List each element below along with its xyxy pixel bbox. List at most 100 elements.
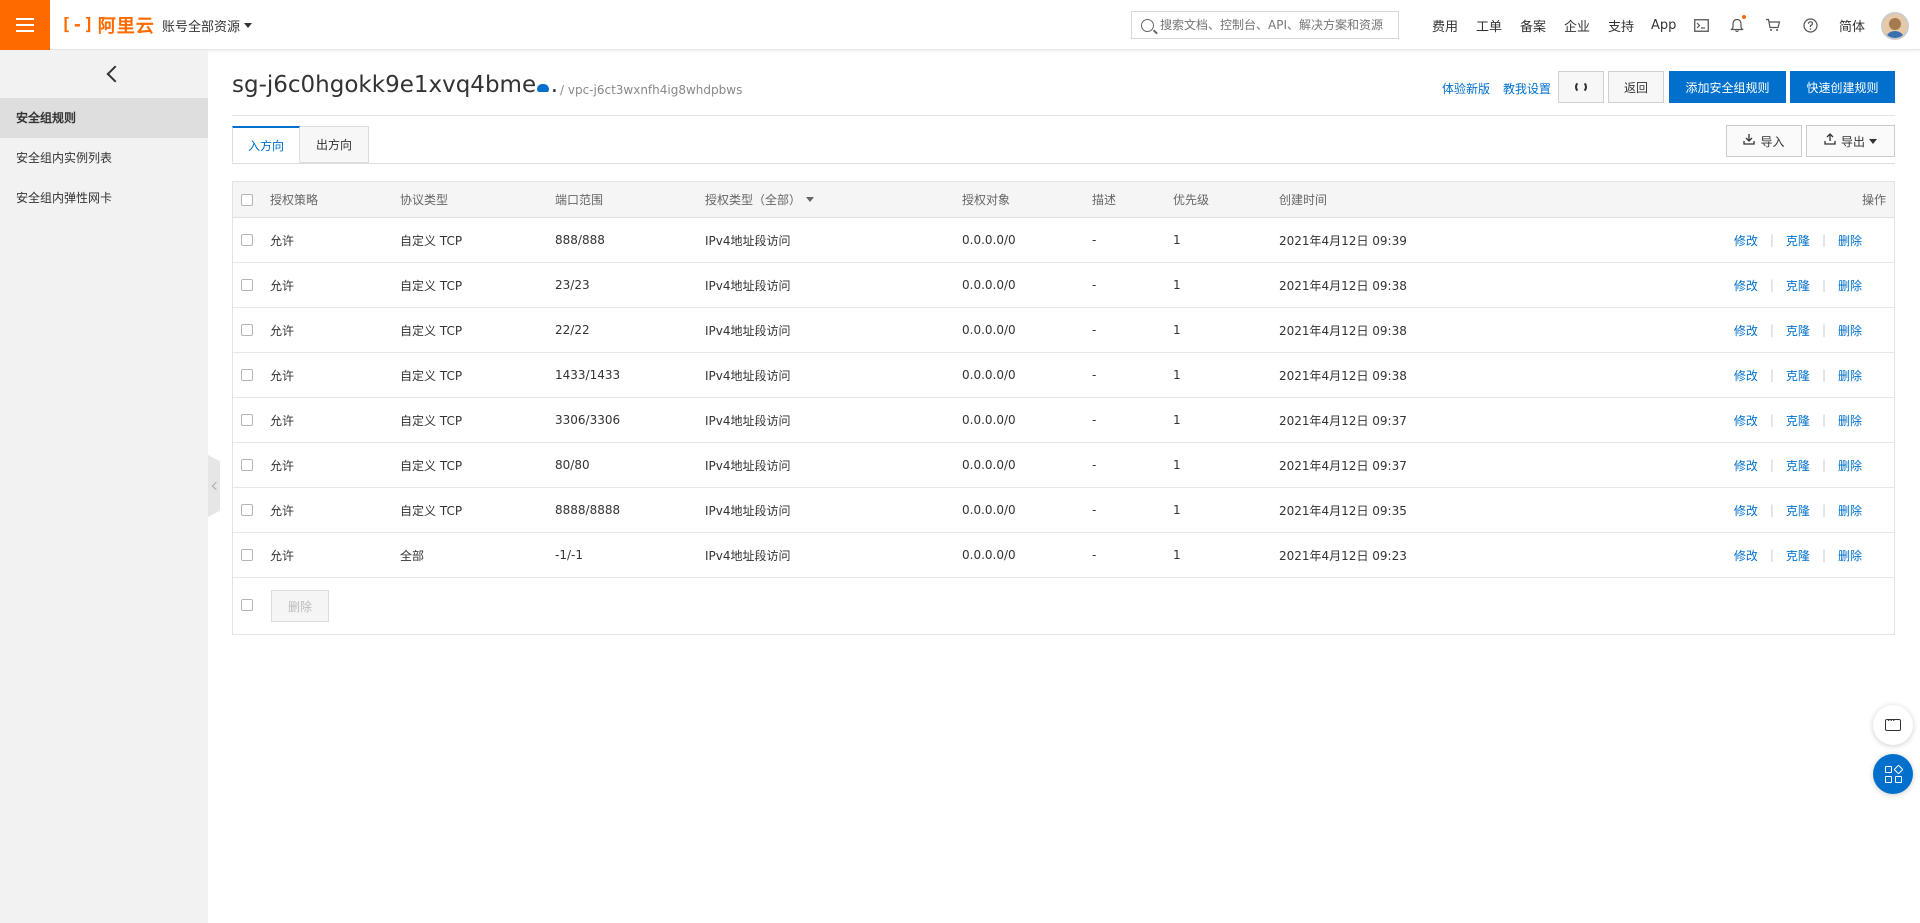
back-button[interactable]: 返回: [1608, 71, 1664, 103]
delete-rule-link[interactable]: 删除: [1838, 232, 1862, 249]
cell-created-time: 2021年4月12日 09:35: [1279, 503, 1407, 518]
import-label: 导入: [1760, 134, 1785, 149]
clone-rule-link[interactable]: 克隆: [1786, 547, 1810, 564]
col-target: 授权对象: [962, 193, 1011, 207]
user-avatar[interactable]: [1881, 12, 1909, 40]
account-resources-dropdown[interactable]: 账号全部资源: [162, 16, 253, 35]
aliyun-logo[interactable]: [-] 阿里云: [61, 12, 155, 38]
cell-target: 0.0.0.0/0: [962, 413, 1016, 427]
table-row: 允许 全部 -1/-1 IPv4地址段访问 0.0.0.0/0 - 1 2021年4月12日 …: [233, 533, 1894, 578]
delete-rule-link[interactable]: 删除: [1838, 277, 1862, 294]
nav-tickets[interactable]: 工单: [1476, 16, 1502, 35]
edit-rule-link[interactable]: 修改: [1734, 277, 1758, 294]
row-checkbox[interactable]: [241, 369, 253, 381]
clone-rule-link[interactable]: 克隆: [1786, 457, 1810, 474]
try-new-version-link[interactable]: 体验新版: [1442, 80, 1490, 97]
edit-rule-link[interactable]: 修改: [1734, 412, 1758, 429]
account-resources-label: 账号全部资源: [162, 20, 241, 35]
delete-rule-link[interactable]: 删除: [1838, 367, 1862, 384]
nav-app[interactable]: App: [1651, 18, 1676, 33]
cell-auth-type: IPv4地址段访问: [705, 323, 791, 338]
edit-rule-link[interactable]: 修改: [1734, 502, 1758, 519]
action-separator: |: [1821, 413, 1826, 427]
nav-support[interactable]: 支持: [1608, 16, 1634, 35]
cell-priority: 1: [1173, 233, 1181, 247]
action-separator: |: [1769, 233, 1774, 247]
quick-apps-button[interactable]: [1873, 754, 1913, 794]
delete-rule-link[interactable]: 删除: [1838, 457, 1862, 474]
row-checkbox[interactable]: [241, 324, 253, 336]
refresh-button[interactable]: [1558, 71, 1604, 103]
footer-select-all-checkbox[interactable]: [241, 599, 253, 611]
row-actions: 修改 | 克隆 | 删除: [1734, 443, 1862, 487]
col-port-range: 端口范围: [555, 193, 604, 207]
select-all-checkbox[interactable]: [241, 194, 253, 206]
security-rules-table: 授权策略 协议类型 端口范围 授权类型（全部） 授权对象 描述 优先级 创建时间…: [232, 181, 1895, 635]
action-separator: |: [1769, 548, 1774, 562]
cell-created-time: 2021年4月12日 09:39: [1279, 233, 1407, 248]
sidebar-item-instance-list[interactable]: 安全组内实例列表: [0, 138, 208, 178]
global-search[interactable]: [1131, 11, 1399, 39]
bell-icon[interactable]: [1729, 15, 1746, 33]
cell-auth-type: IPv4地址段访问: [705, 503, 791, 518]
cell-protocol: 自定义 TCP: [400, 278, 463, 293]
feedback-chat-button[interactable]: [1873, 705, 1913, 745]
cell-protocol: 自定义 TCP: [400, 368, 463, 383]
row-actions: 修改 | 克隆 | 删除: [1734, 398, 1862, 442]
cell-policy: 允许: [270, 413, 295, 428]
edit-rule-link[interactable]: 修改: [1734, 547, 1758, 564]
tab-inbound[interactable]: 入方向: [232, 126, 300, 163]
help-icon[interactable]: [1802, 17, 1818, 33]
row-checkbox[interactable]: [241, 414, 253, 426]
clone-rule-link[interactable]: 克隆: [1786, 277, 1810, 294]
row-checkbox[interactable]: [241, 234, 253, 246]
add-security-rule-button[interactable]: 添加安全组规则: [1669, 71, 1786, 103]
clone-rule-link[interactable]: 克隆: [1786, 412, 1810, 429]
help-setup-link[interactable]: 教我设置: [1503, 80, 1551, 97]
edit-rule-link[interactable]: 修改: [1734, 232, 1758, 249]
bulk-delete-button[interactable]: 删除: [271, 590, 329, 622]
sidebar-item-security-group-rules[interactable]: 安全组规则: [0, 98, 208, 138]
delete-rule-link[interactable]: 删除: [1838, 502, 1862, 519]
table-row: 允许 自定义 TCP 3306/3306 IPv4地址段访问 0.0.0.0/0 - 1 20…: [233, 398, 1894, 443]
row-checkbox[interactable]: [241, 549, 253, 561]
sidebar-toggle-handle[interactable]: [208, 455, 220, 517]
action-separator: |: [1821, 503, 1826, 517]
clone-rule-link[interactable]: 克隆: [1786, 367, 1810, 384]
edit-rule-link[interactable]: 修改: [1734, 367, 1758, 384]
sidebar-item-elastic-nic[interactable]: 安全组内弹性网卡: [0, 178, 208, 218]
cell-description: -: [1092, 278, 1097, 292]
quick-create-rule-button[interactable]: 快速创建规则: [1790, 71, 1895, 103]
terminal-icon[interactable]: [1693, 17, 1709, 33]
cart-icon[interactable]: [1765, 17, 1781, 33]
cell-policy: 允许: [270, 323, 295, 338]
clone-rule-link[interactable]: 克隆: [1786, 232, 1810, 249]
col-actions: 操作: [1861, 193, 1886, 207]
cell-policy: 允许: [270, 278, 295, 293]
edit-rule-link[interactable]: 修改: [1734, 457, 1758, 474]
nav-billing[interactable]: 费用: [1432, 16, 1458, 35]
nav-icp-filing[interactable]: 备案: [1520, 16, 1546, 35]
delete-rule-link[interactable]: 删除: [1838, 412, 1862, 429]
cell-description: -: [1092, 548, 1097, 562]
col-auth-type-filter[interactable]: 授权类型（全部）: [705, 182, 815, 217]
menu-icon[interactable]: [0, 0, 50, 50]
row-checkbox[interactable]: [241, 459, 253, 471]
clone-rule-link[interactable]: 克隆: [1786, 502, 1810, 519]
export-dropdown[interactable]: 导出: [1806, 125, 1895, 157]
delete-rule-link[interactable]: 删除: [1838, 322, 1862, 339]
cell-target: 0.0.0.0/0: [962, 368, 1016, 382]
cloud-icon: [537, 84, 549, 92]
nav-enterprise[interactable]: 企业: [1564, 16, 1590, 35]
cell-protocol: 自定义 TCP: [400, 503, 463, 518]
sidebar-collapse-button[interactable]: [100, 62, 124, 86]
row-checkbox[interactable]: [241, 279, 253, 291]
edit-rule-link[interactable]: 修改: [1734, 322, 1758, 339]
import-button[interactable]: 导入: [1726, 125, 1802, 157]
row-checkbox[interactable]: [241, 504, 253, 516]
search-input[interactable]: [1160, 18, 1390, 32]
clone-rule-link[interactable]: 克隆: [1786, 322, 1810, 339]
language-switch[interactable]: 简体: [1839, 16, 1865, 35]
tab-outbound[interactable]: 出方向: [300, 126, 369, 163]
delete-rule-link[interactable]: 删除: [1838, 547, 1862, 564]
